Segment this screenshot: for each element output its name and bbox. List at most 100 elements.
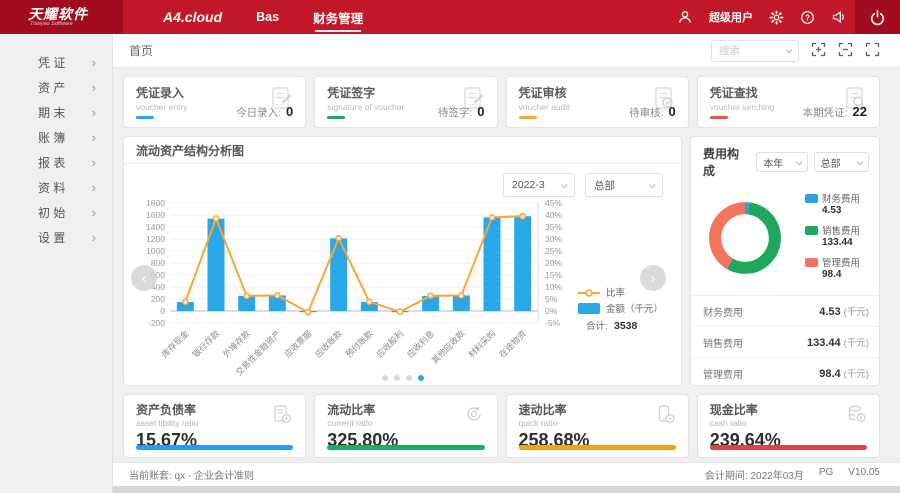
accent-dash [136, 116, 154, 119]
expense-period-select[interactable]: 本年 [756, 152, 807, 172]
chevron-right-icon: › [92, 156, 96, 169]
coins-stack-icon [845, 403, 867, 428]
svg-text:25%: 25% [545, 246, 562, 256]
svg-text:比率: 比率 [606, 287, 626, 299]
app-window: 天耀软件 Tianyao Software A4.cloud Bas 财务管理 … [0, 0, 900, 493]
svg-text:20%: 20% [545, 258, 562, 268]
logout-power-button[interactable] [855, 0, 900, 34]
sidebar-item-assets[interactable]: 资 产› [0, 75, 112, 100]
svg-text:应收账款: 应收账款 [313, 328, 344, 359]
main-nav: A4.cloud Bas 财务管理 [163, 0, 363, 34]
card-voucher-sign[interactable]: 凭证签字 signature of voucher 待签字:0 [314, 76, 497, 128]
sidebar-item-period-end[interactable]: 期 末› [0, 100, 112, 125]
sidebar-item-reports[interactable]: 报 表› [0, 150, 112, 175]
svg-text:库存现金: 库存现金 [160, 328, 191, 359]
svg-text:1800: 1800 [146, 198, 165, 208]
card-quick-ratio[interactable]: 速动比率 quick ratio 258.68% [506, 394, 689, 458]
sidebar-item-initial[interactable]: 初 始› [0, 200, 112, 225]
header-actions: 超级用户 ? [677, 0, 847, 34]
settings-gear-icon[interactable] [769, 10, 784, 25]
flow-asset-combo-chart: 180016001400120010008006004002000-20045%… [128, 195, 676, 384]
svg-text:银行存款: 银行存款 [190, 328, 221, 359]
carousel-next-button[interactable]: › [640, 265, 666, 291]
svg-text:45%: 45% [545, 198, 562, 208]
legend-item: 财务费用 4.53 [805, 191, 871, 216]
current-account-set: 当前账套: qx - 企业会计准则 [129, 467, 254, 482]
stat-label: 待审核: [629, 105, 663, 120]
card-voucher-audit[interactable]: 凭证审核 voucher audit 待审核:0 [506, 76, 689, 128]
legend-item: 管理费用 98.4 [805, 255, 871, 280]
carousel-prev-button[interactable]: ‹ [131, 265, 157, 291]
expense-list-row: 财务费用 4.53(千元) [691, 295, 879, 326]
sidebar-item-settings[interactable]: 设 置› [0, 225, 112, 250]
svg-text:应收利息: 应收利息 [405, 328, 436, 359]
pagination-dot[interactable] [382, 375, 388, 381]
period-select[interactable]: 2022-3 [503, 173, 575, 197]
expense-panel-title: 费用构成 [703, 145, 750, 179]
expense-list-row: 管理费用 98.4(千元) [691, 357, 879, 386]
zoom-in-corners-icon[interactable] [811, 42, 826, 60]
svg-text:其他应收款: 其他应收款 [430, 328, 467, 365]
pagination-dot[interactable] [418, 375, 424, 381]
card-asset-liability-ratio[interactable]: 资产负债率 asset libility ratio 15.67% [123, 394, 306, 458]
svg-text:3538: 3538 [614, 320, 638, 332]
accent-dash [710, 116, 728, 119]
nav-item-a4cloud[interactable]: A4.cloud [163, 0, 222, 34]
stat-label: 待签字: [438, 105, 472, 120]
card-voucher-search[interactable]: 凭证查找 voucher serching 本期凭证:22 [697, 76, 880, 128]
flow-asset-chart-panel: 流动资产结构分析图 2022-3 总部 18001600140012001000… [123, 136, 682, 386]
sidebar-item-voucher[interactable]: 凭 证› [0, 50, 112, 75]
fullscreen-icon[interactable] [865, 42, 880, 60]
sidebar-item-books[interactable]: 账 簿› [0, 125, 112, 150]
announcement-horn-icon[interactable] [831, 9, 847, 25]
legend-swatch [805, 194, 818, 203]
tab-home[interactable]: 首页 [129, 42, 153, 59]
svg-text:0%: 0% [545, 306, 558, 316]
expense-panel: 费用构成 本年 总部 财务费用 4.53 [690, 136, 880, 386]
sidebar-item-data[interactable]: 资 料› [0, 175, 112, 200]
chevron-down-icon [786, 46, 793, 53]
card-current-ratio[interactable]: 流动比率 current ratio 325.80% [314, 394, 497, 458]
card-voucher-entry[interactable]: 凭证录入 voucher entry 今日录入:0 [123, 76, 306, 128]
svg-text:15%: 15% [545, 270, 562, 280]
svg-text:1400: 1400 [146, 222, 165, 232]
pagination-dot[interactable] [394, 375, 400, 381]
nav-item-finance[interactable]: 财务管理 [313, 0, 363, 34]
chevron-right-icon: › [92, 106, 96, 119]
username[interactable]: 超级用户 [709, 9, 753, 25]
zoom-out-corners-icon[interactable] [838, 42, 853, 60]
svg-text:30%: 30% [545, 234, 562, 244]
ledger-coin-icon [271, 403, 293, 428]
ratio-bar [710, 445, 867, 450]
chevron-down-icon [561, 181, 568, 188]
logo[interactable]: 天耀软件 Tianyao Software [0, 0, 123, 34]
svg-text:40%: 40% [545, 210, 562, 220]
chevron-down-icon [795, 158, 802, 165]
chevron-right-icon: › [92, 231, 96, 244]
expense-org-select[interactable]: 总部 [814, 152, 869, 172]
svg-text:35%: 35% [545, 222, 562, 232]
org-select[interactable]: 总部 [585, 173, 663, 197]
svg-text:在途物资: 在途物资 [497, 328, 528, 359]
chevron-right-icon: › [92, 131, 96, 144]
user-icon[interactable] [677, 9, 693, 25]
chevron-down-icon [857, 158, 864, 165]
svg-text:1000: 1000 [146, 246, 165, 256]
dashboard-content: 凭证录入 voucher entry 今日录入:0 凭证签字 signature… [113, 68, 900, 462]
logo-subtitle: Tianyao Software [30, 21, 123, 27]
svg-text:金额（千元）: 金额（千元） [606, 303, 663, 315]
accent-dash [327, 116, 345, 119]
stat-value: 0 [286, 104, 293, 119]
chevron-right-icon: › [92, 81, 96, 94]
stat-value: 0 [669, 104, 676, 119]
refresh-coin-icon [463, 403, 485, 428]
pagination-dot[interactable] [406, 375, 412, 381]
power-icon [869, 9, 886, 26]
nav-item-bas[interactable]: Bas [256, 0, 279, 34]
expense-donut-chart [703, 196, 787, 283]
help-icon[interactable]: ? [800, 10, 815, 25]
stat-value: 22 [853, 104, 867, 119]
card-cash-ratio[interactable]: 现金比率 cash ratio 239.64% [697, 394, 880, 458]
svg-text:?: ? [805, 13, 810, 22]
search-input[interactable]: 搜索 [711, 40, 799, 62]
